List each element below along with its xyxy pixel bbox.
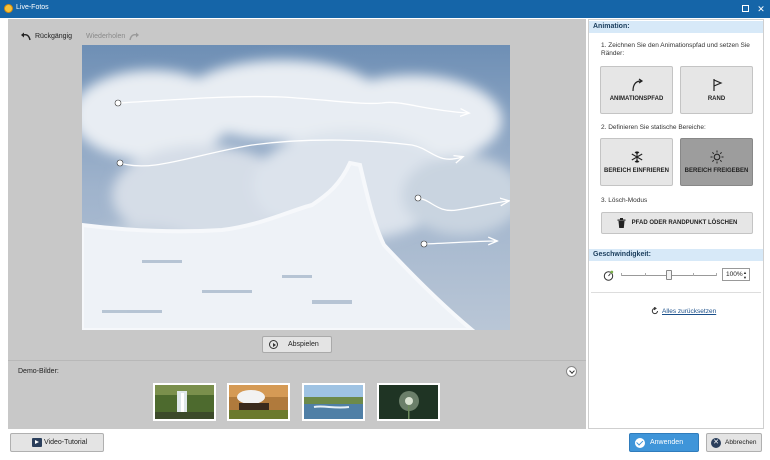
curved-arrow-icon bbox=[631, 78, 643, 91]
freeze-area-label: BEREICH EINFRIEREN bbox=[603, 167, 669, 174]
check-icon bbox=[635, 437, 645, 448]
photo-canvas[interactable] bbox=[82, 45, 510, 330]
settings-panel: Animation: 1. Zeichnen Sie den Animation… bbox=[588, 19, 764, 429]
video-icon bbox=[32, 438, 42, 447]
freeze-area-button[interactable]: BEREICH EINFRIEREN bbox=[600, 138, 673, 186]
delete-path-label: PFAD ODER RANDPUNKT LÖSCHEN bbox=[631, 220, 738, 226]
maximize-icon bbox=[741, 5, 749, 12]
redo-label: Wiederholen bbox=[86, 32, 126, 40]
title-bar: Live-Fotos ✕ bbox=[0, 0, 770, 18]
window-title: Live-Fotos bbox=[16, 4, 49, 11]
speed-value: 100% bbox=[726, 271, 743, 278]
demo-toggle-button[interactable] bbox=[566, 366, 577, 377]
unfreeze-area-label: BEREICH FREIGEBEN bbox=[684, 167, 749, 174]
demo-images-bar: Demo-Bilder: bbox=[8, 360, 586, 429]
play-label: Abspielen bbox=[288, 341, 319, 348]
maximize-button[interactable] bbox=[738, 2, 752, 16]
animation-path-label: ANIMATIONSPFAD bbox=[609, 95, 664, 102]
snowflake-icon bbox=[631, 150, 642, 163]
close-button[interactable]: ✕ bbox=[754, 2, 768, 16]
speed-icon bbox=[603, 270, 614, 281]
close-circle-icon: ✕ bbox=[711, 437, 721, 448]
video-tutorial-label: Video-Tutorial bbox=[44, 439, 88, 446]
panel-divider bbox=[591, 292, 761, 293]
step1-text: 1. Zeichnen Sie den Animationspfad und s… bbox=[601, 42, 750, 57]
speed-header: Geschwindigkeit: bbox=[589, 249, 763, 261]
edge-button[interactable]: RAND bbox=[680, 66, 753, 114]
trash-icon bbox=[617, 218, 626, 228]
cancel-button[interactable]: ✕ Abbrechen bbox=[706, 433, 762, 452]
delete-path-button[interactable]: PFAD ODER RANDPUNKT LÖSCHEN bbox=[601, 212, 753, 234]
demo-thumbnail-river-rapids[interactable] bbox=[302, 383, 365, 421]
speed-spinbox[interactable]: 100% ▲ ▼ bbox=[722, 268, 750, 281]
apply-button[interactable]: Anwenden bbox=[629, 433, 699, 452]
undo-button[interactable]: Rückgängig bbox=[20, 29, 72, 43]
step2-text: 2. Definieren Sie statische Bereiche: bbox=[601, 124, 706, 131]
photo-image bbox=[82, 45, 510, 330]
unfreeze-area-button[interactable]: BEREICH FREIGEBEN bbox=[680, 138, 753, 186]
speed-slider-handle[interactable] bbox=[666, 270, 672, 280]
demo-thumbnail-steam-locomotive[interactable] bbox=[227, 383, 290, 421]
dandelion-image bbox=[379, 385, 438, 419]
close-icon: ✕ bbox=[757, 4, 765, 14]
flag-icon bbox=[712, 78, 723, 91]
sun-icon bbox=[710, 150, 723, 163]
undo-icon bbox=[21, 32, 31, 40]
river-rapids-image bbox=[304, 385, 363, 419]
steam-locomotive-image bbox=[229, 385, 288, 419]
edge-label: RAND bbox=[707, 95, 726, 102]
step3-text: 3. Lösch-Modus bbox=[601, 197, 648, 204]
undo-label: Rückgängig bbox=[35, 32, 72, 40]
video-tutorial-button[interactable]: Video-Tutorial bbox=[10, 433, 104, 452]
reset-all-link[interactable]: Alles zurücksetzen bbox=[651, 307, 716, 315]
reset-all-label: Alles zurücksetzen bbox=[662, 307, 717, 315]
demo-thumbnail-dandelion[interactable] bbox=[377, 383, 440, 421]
redo-icon bbox=[129, 32, 140, 40]
demo-images-label: Demo-Bilder: bbox=[18, 368, 59, 375]
animation-path-button[interactable]: ANIMATIONSPFAD bbox=[600, 66, 673, 114]
work-area: Rückgängig Wiederholen Abspielen Demo-Bi… bbox=[8, 19, 586, 429]
cancel-label: Abbrechen bbox=[725, 439, 757, 446]
spinbox-arrows-icon[interactable]: ▲ ▼ bbox=[743, 270, 748, 280]
app-icon bbox=[4, 4, 13, 13]
apply-label: Anwenden bbox=[650, 439, 684, 446]
demo-thumbnail-waterfall[interactable] bbox=[153, 383, 216, 421]
waterfall-image bbox=[155, 385, 214, 419]
play-button[interactable]: Abspielen bbox=[262, 336, 332, 353]
footer-bar: Video-Tutorial Anwenden ✕ Abbrechen bbox=[0, 429, 770, 460]
play-icon bbox=[269, 340, 278, 349]
animation-header: Animation: bbox=[589, 21, 763, 33]
redo-button[interactable]: Wiederholen bbox=[86, 29, 140, 43]
reset-icon bbox=[651, 307, 658, 315]
